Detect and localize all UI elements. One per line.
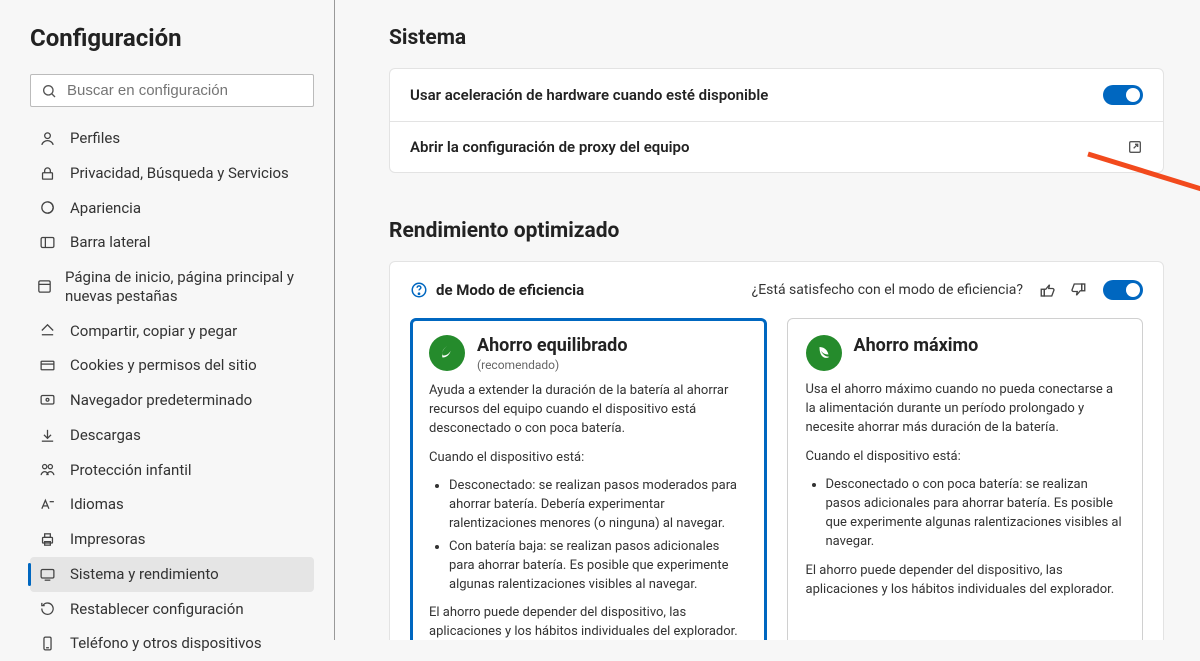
sidebar-item-system[interactable]: Sistema y rendimiento xyxy=(30,557,314,592)
thumbs-up-icon[interactable] xyxy=(1039,281,1057,299)
sidebar-item-phone[interactable]: Teléfono y otros dispositivos xyxy=(30,626,314,661)
proxy-settings-label: Abrir la configuración de proxy del equi… xyxy=(410,138,689,156)
family-icon xyxy=(36,461,58,478)
balanced-title: Ahorro equilibrado xyxy=(477,335,627,356)
efficiency-header: de Modo de eficiencia ¿Está satisfecho c… xyxy=(410,280,1143,300)
printer-icon xyxy=(36,531,58,548)
balanced-savings-option[interactable]: Ahorro equilibrado (recomendado) Ayuda a… xyxy=(410,318,767,640)
sidebar-item-languages[interactable]: Idiomas xyxy=(30,487,314,522)
hardware-accel-toggle[interactable] xyxy=(1103,85,1143,105)
search-input[interactable] xyxy=(67,82,303,99)
sidebar-item-privacy[interactable]: Privacidad, Búsqueda y Servicios xyxy=(30,156,314,191)
reset-icon xyxy=(36,600,58,617)
main-content: Sistema Usar aceleración de hardware cua… xyxy=(335,0,1200,640)
system-card: Usar aceleración de hardware cuando esté… xyxy=(389,68,1164,173)
feedback-question: ¿Está satisfecho con el modo de eficienc… xyxy=(752,282,1023,298)
sidebar-item-default-browser[interactable]: Navegador predeterminado xyxy=(30,383,314,418)
hardware-accel-label: Usar aceleración de hardware cuando esté… xyxy=(410,86,768,104)
sidebar-icon xyxy=(36,234,58,251)
sidebar-item-sidebar[interactable]: Barra lateral xyxy=(30,225,314,260)
appearance-icon xyxy=(36,199,58,216)
search-box[interactable] xyxy=(30,74,314,107)
max-savings-option[interactable]: Ahorro máximo Usa el ahorro máximo cuand… xyxy=(787,318,1144,640)
search-icon xyxy=(41,83,57,99)
efficiency-toggle[interactable] xyxy=(1103,280,1143,300)
sidebar-item-profiles[interactable]: Perfiles xyxy=(30,121,314,156)
cookies-icon xyxy=(36,357,58,374)
help-icon[interactable] xyxy=(410,281,428,299)
leaf-icon xyxy=(429,335,465,371)
max-title: Ahorro máximo xyxy=(854,335,979,356)
thumbs-down-icon[interactable] xyxy=(1069,281,1087,299)
profile-icon xyxy=(36,130,58,147)
lock-icon xyxy=(36,165,58,182)
perf-section-title: Rendimiento optimizado xyxy=(389,219,1164,243)
efficiency-card: de Modo de eficiencia ¿Está satisfecho c… xyxy=(389,261,1164,640)
balanced-subtitle: (recomendado) xyxy=(477,358,627,372)
sidebar-item-family[interactable]: Protección infantil xyxy=(30,453,314,488)
sidebar-item-share[interactable]: Compartir, copiar y pegar xyxy=(30,314,314,349)
share-icon xyxy=(36,322,58,339)
sidebar-item-cookies[interactable]: Cookies y permisos del sitio xyxy=(30,348,314,383)
sidebar-item-appearance[interactable]: Apariencia xyxy=(30,191,314,226)
efficiency-title: de Modo de eficiencia xyxy=(436,281,584,299)
sidebar-item-reset[interactable]: Restablecer configuración xyxy=(30,592,314,627)
language-icon xyxy=(36,496,58,513)
hardware-accel-row: Usar aceleración de hardware cuando esté… xyxy=(390,69,1163,121)
settings-title: Configuración xyxy=(30,24,314,52)
leaf-icon xyxy=(806,335,842,371)
efficiency-options: Ahorro equilibrado (recomendado) Ayuda a… xyxy=(410,318,1143,640)
system-section-title: Sistema xyxy=(389,26,1164,50)
balanced-body: Ayuda a extender la duración de la bater… xyxy=(429,382,748,640)
external-link-icon xyxy=(1127,139,1143,155)
max-body: Usa el ahorro máximo cuando no pueda con… xyxy=(806,381,1125,599)
proxy-settings-row[interactable]: Abrir la configuración de proxy del equi… xyxy=(390,121,1163,172)
browser-icon xyxy=(36,392,58,409)
sidebar-item-printers[interactable]: Impresoras xyxy=(30,522,314,557)
sidebar-item-start-page[interactable]: Página de inicio, página principal y nue… xyxy=(30,260,314,314)
settings-sidebar: Configuración Perfiles Privacidad, Búsqu… xyxy=(0,0,335,640)
download-icon xyxy=(36,427,58,444)
sidebar-item-downloads[interactable]: Descargas xyxy=(30,418,314,453)
phone-icon xyxy=(36,635,58,652)
system-icon xyxy=(36,566,58,583)
home-icon xyxy=(36,278,53,295)
settings-nav: Perfiles Privacidad, Búsqueda y Servicio… xyxy=(30,121,314,661)
